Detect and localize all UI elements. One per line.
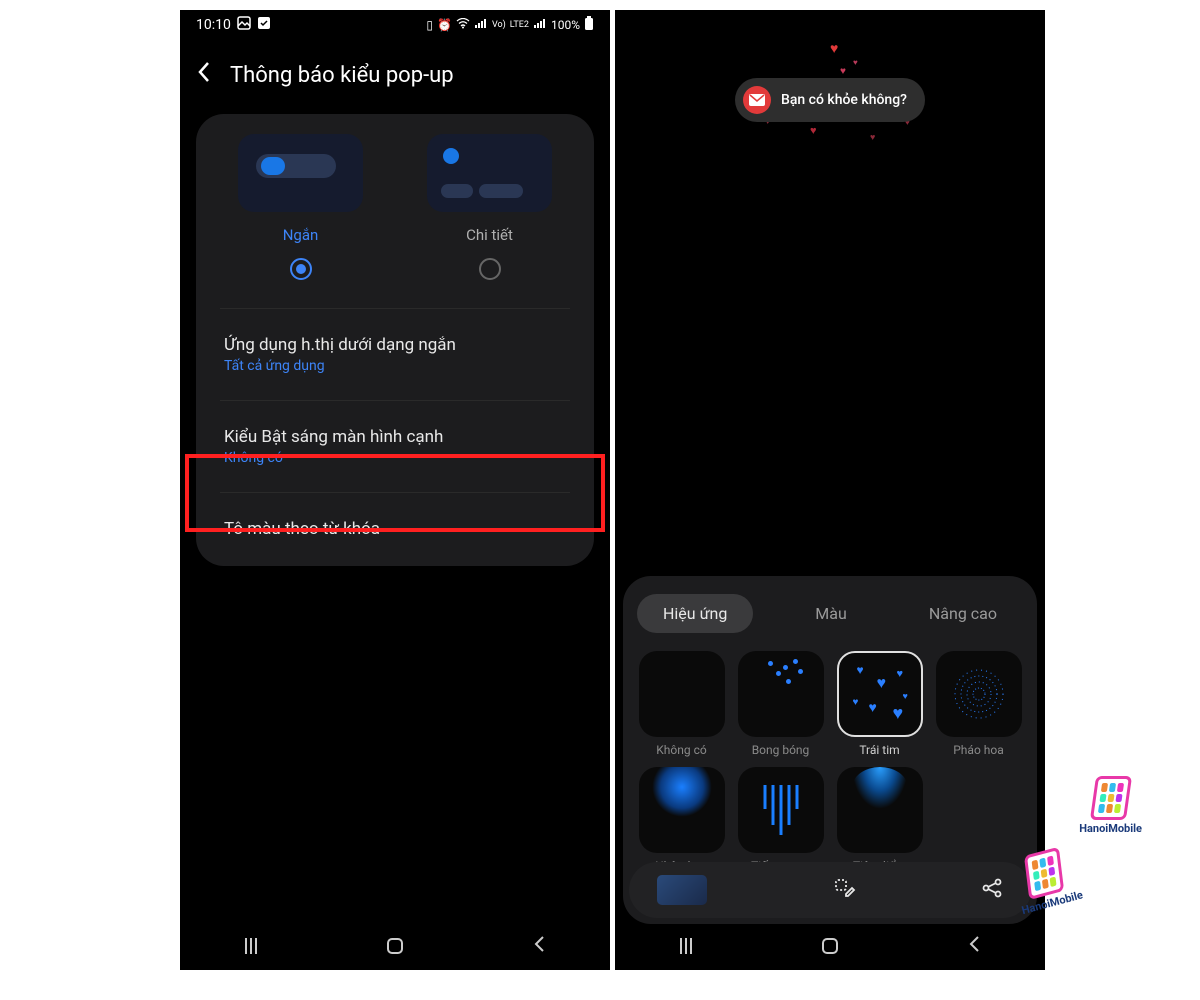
divider [220,308,570,309]
setting-edge-sub: Không có [224,450,566,466]
effect-thumb-heart: ♥♥ ♥♥ ♥♥ ♥ [837,651,923,737]
effect-thumb-focus [837,767,923,853]
effect-grid: Không có Bong bóng ♥♥ ♥♥ ♥♥ ♥ Trái tim [637,651,1023,873]
radio-detail[interactable] [479,258,501,280]
style-label-short: Ngắn [283,226,319,244]
style-option-short[interactable]: Ngắn [238,134,363,280]
setting-apps[interactable]: Ứng dụng h.thị dưới dạng ngắn Tất cả ứng… [206,321,584,388]
logo-text-hanoi: Hanoi [1079,822,1108,835]
nav-recents-button[interactable] [245,938,257,954]
heart-icon: ♥ [810,124,817,137]
effect-thumb-bubble [738,651,824,737]
effect-thumb-eclipse [639,767,725,853]
setting-edge-lighting[interactable]: Kiểu Bật sáng màn hình cạnh Không có [206,413,584,480]
divider [220,492,570,493]
notification-text: Bạn có khỏe không? [781,92,907,108]
notification-preview: Bạn có khỏe không? [735,78,925,122]
effect-bubble[interactable]: Bong bóng [736,651,825,757]
heart-icon: ♥ [853,58,858,67]
edit-icon[interactable] [832,876,856,905]
nav-recents-button[interactable] [680,938,692,954]
style-preview-short [238,134,363,212]
status-time: 10:10 [196,17,231,33]
setting-apps-title: Ứng dụng h.thị dưới dạng ngắn [224,335,566,355]
card-icon: ▯ [426,18,433,32]
effect-label: Trái tim [859,743,899,757]
nav-home-button[interactable] [387,938,403,954]
tab-advanced[interactable]: Nâng cao [903,594,1023,633]
effect-thumb-none [639,651,725,737]
settings-card: Ngắn Chi tiết Ứng dụng h.thị dưới dạng n… [196,114,594,566]
divider [220,400,570,401]
heart-icon: ♥ [840,66,846,77]
effect-thumb-firework [936,651,1022,737]
battery-pct: 100% [551,18,580,32]
heart-icon: ♥ [830,40,838,57]
tab-effect[interactable]: Hiệu ứng [637,594,753,633]
effect-label: Bong bóng [752,743,810,757]
effect-label: Pháo hoa [953,743,1004,757]
setting-edge-title: Kiểu Bật sáng màn hình cạnh [224,427,566,447]
back-button[interactable] [196,60,210,90]
signal-icon [474,18,488,32]
effect-none[interactable]: Không có [637,651,726,757]
share-icon[interactable] [981,877,1003,904]
radio-short[interactable] [290,258,312,280]
signal2-icon [533,18,547,32]
effect-eclipse[interactable]: Nhật thực [637,767,726,873]
phone-right: ♥ ♥ ♥ ♥ ♥ ♥ ♥ Bạn có khỏe không? Hiệu ứn… [615,10,1045,970]
image-icon [237,16,251,34]
effect-tabs: Hiệu ứng Màu Nâng cao [637,594,1023,633]
effect-heart[interactable]: ♥♥ ♥♥ ♥♥ ♥ Trái tim [835,651,924,757]
wifi-icon [456,18,470,32]
lte-label: LTE2 [510,20,529,30]
status-bar: 10:10 ▯ ⏰ Vo) LTE2 100% [180,10,610,40]
nav-home-button[interactable] [822,938,838,954]
screenshot-thumbnail[interactable] [657,875,707,905]
mail-icon [743,86,771,114]
setting-keyword-title: Tô màu theo từ khóa [224,519,566,539]
page-header: Thông báo kiểu pop-up [180,40,610,114]
setting-keyword-color[interactable]: Tô màu theo từ khóa [206,505,584,556]
effect-firework[interactable]: Pháo hoa [934,651,1023,757]
heart-icon: ♥ [870,132,875,143]
effect-focus[interactable]: Tiêu điểm [835,767,924,873]
nav-back-button[interactable] [968,934,980,958]
style-label-detail: Chi tiết [466,226,513,244]
effect-echo[interactable]: Tiếng vọng [736,767,825,873]
battery-icon [584,16,594,34]
effect-label: Không có [656,743,706,757]
alarm-icon: ⏰ [437,18,452,32]
style-preview-detail [427,134,552,212]
phone-left: 10:10 ▯ ⏰ Vo) LTE2 100% [180,10,610,970]
check-icon [257,16,271,34]
volte-label: Vo) [492,20,506,30]
logo-text-mobile: Mobile [1108,822,1142,835]
tab-color[interactable]: Màu [789,594,873,633]
nav-back-button[interactable] [533,934,545,958]
hanoimobile-logo: HanoiMobile [1079,776,1142,835]
nav-bar [615,922,1045,970]
setting-apps-sub: Tất cả ứng dụng [224,358,566,374]
style-option-detail[interactable]: Chi tiết [427,134,552,280]
style-selector: Ngắn Chi tiết [206,134,584,296]
nav-bar [180,922,610,970]
share-toolbar [629,862,1031,918]
page-title: Thông báo kiểu pop-up [230,63,454,88]
effect-thumb-echo [738,767,824,853]
